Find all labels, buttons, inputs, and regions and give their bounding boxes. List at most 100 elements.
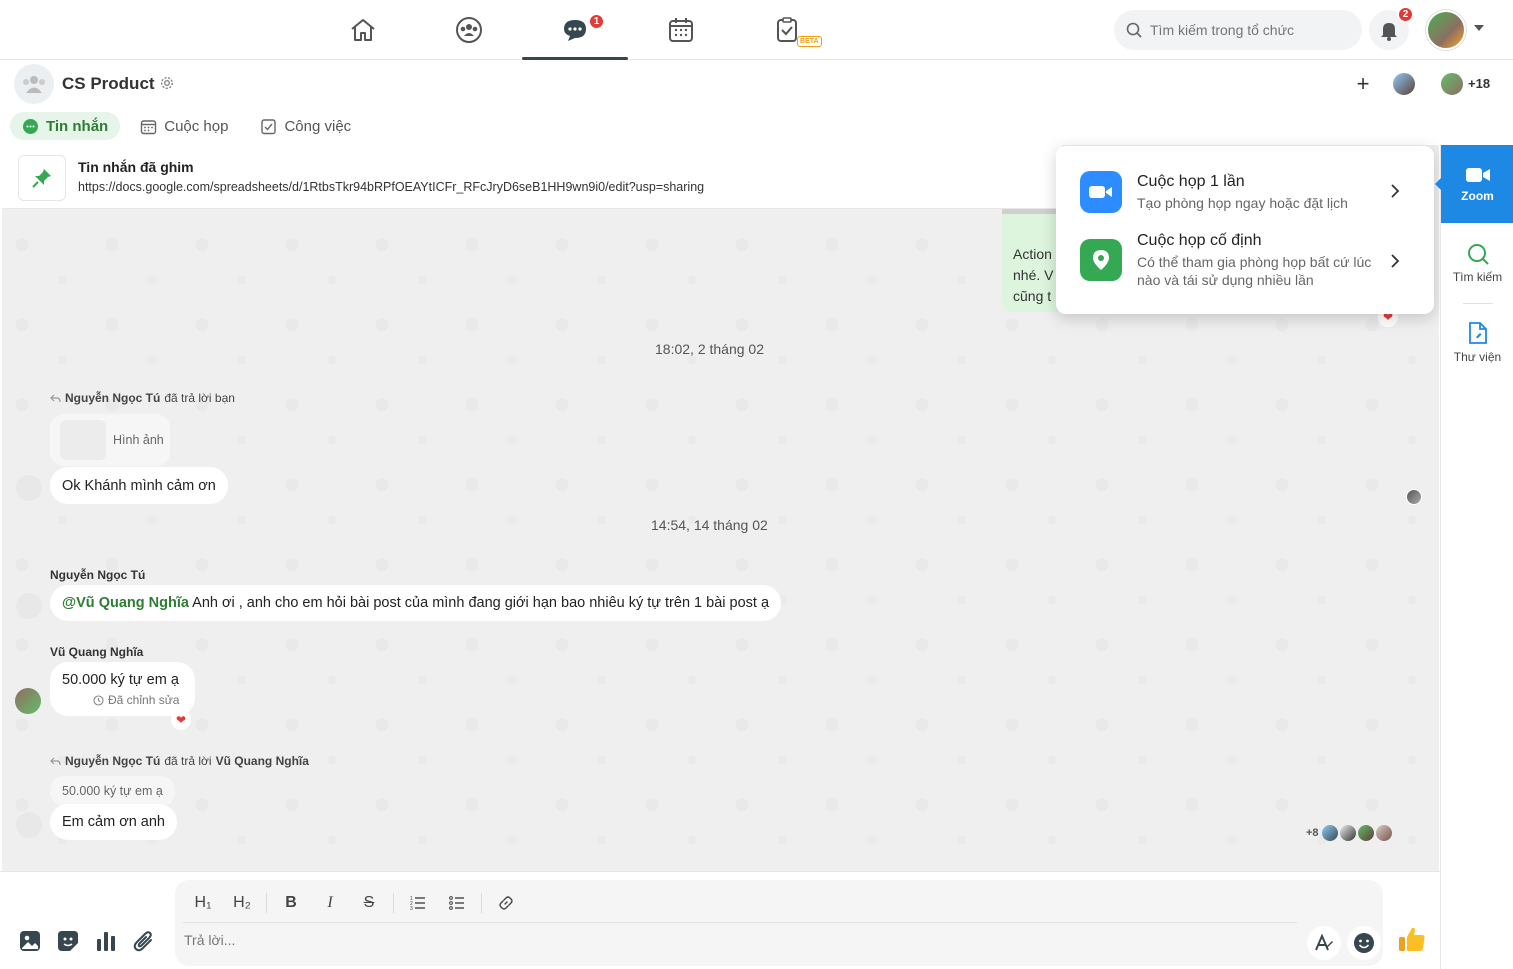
avatar[interactable] <box>16 812 42 838</box>
beta-badge: BETA <box>797 36 822 47</box>
divider <box>393 893 394 913</box>
seen-by-list[interactable]: +8 <box>1306 825 1392 841</box>
tab-meetings[interactable]: Cuộc họp <box>128 112 240 140</box>
bell-icon <box>1381 23 1397 41</box>
zoom-label: Zoom <box>1461 188 1494 203</box>
quoted-message[interactable]: 50.000 ký tự em ạ <box>50 776 175 806</box>
org-search-input[interactable] <box>1150 22 1350 38</box>
nav-chat[interactable]: 1 <box>522 0 628 60</box>
avatar[interactable] <box>15 688 41 714</box>
clock-icon <box>93 694 104 706</box>
conversation-title: CS Product <box>62 74 155 93</box>
gear-icon[interactable] <box>160 76 174 90</box>
chevron-down-icon[interactable] <box>1474 25 1484 31</box>
edited-label: Đã chỉnh sửa <box>93 693 179 707</box>
heading1-button[interactable]: H₁ <box>185 890 221 916</box>
image-upload-icon[interactable] <box>18 929 41 952</box>
search-icon <box>1126 22 1142 38</box>
fixed-meeting-title: Cuộc họp cố định <box>1137 232 1262 249</box>
emoji-button[interactable] <box>1347 926 1381 960</box>
text-format-button[interactable] <box>1307 926 1341 960</box>
pinned-link[interactable]: https://docs.google.com/spreadsheets/d/1… <box>78 180 704 194</box>
zoom-meeting-popup: Cuộc họp 1 lần Tạo phòng họp ngay hoặc đ… <box>1056 146 1434 314</box>
reply-arrow-icon <box>50 394 61 402</box>
chevron-right-icon <box>1391 254 1400 268</box>
reply-sender: Nguyễn Ngọc Tú <box>65 754 161 768</box>
link-button[interactable] <box>488 890 524 916</box>
zoom-button[interactable]: Zoom <box>1435 145 1513 223</box>
divider <box>481 893 482 913</box>
sender-name: Nguyễn Ngọc Tú <box>50 568 146 582</box>
message-composer: H₁ H₂ B I S 123 <box>0 871 1440 969</box>
sidebar-library-label: Thư viện <box>1453 350 1502 364</box>
nav-tasks[interactable]: BETA <box>734 0 840 60</box>
format-toolbar: H₁ H₂ B I S 123 <box>185 890 524 916</box>
message-bubble[interactable]: @Vũ Quang Nghĩa Anh ơi , anh cho em hỏi … <box>50 585 782 621</box>
avatar[interactable] <box>16 475 42 501</box>
ordered-list-icon: 123 <box>410 896 425 911</box>
bold-button[interactable]: B <box>273 890 309 916</box>
chat-bubble-icon <box>564 20 586 41</box>
nav-groups[interactable] <box>416 0 522 60</box>
reply-action: đã trả lời <box>164 754 212 768</box>
sidebar-search-button[interactable]: Tìm kiếm <box>1441 243 1513 284</box>
video-camera-icon <box>1080 171 1122 213</box>
fixed-meeting-option[interactable]: Cuộc họp cố định Có thể tham gia phòng h… <box>1056 224 1434 288</box>
member-avatar[interactable] <box>1440 72 1464 96</box>
seen-avatar <box>1339 825 1356 841</box>
member-avatar[interactable] <box>1392 72 1416 96</box>
message-bubble[interactable]: Em cảm ơn anh <box>50 804 177 840</box>
nav-home[interactable] <box>310 0 416 60</box>
text-format-icon <box>1315 933 1333 951</box>
member-count[interactable]: +18 <box>1468 76 1490 91</box>
home-icon <box>351 19 375 41</box>
quoted-text: Hình ảnh <box>113 433 164 447</box>
poll-icon[interactable] <box>94 929 117 952</box>
conversation-header: CS Product + +18 <box>0 61 1513 107</box>
composer-tools <box>18 929 155 952</box>
pinned-message-bar[interactable]: Tin nhắn đã ghim https://docs.google.com… <box>2 145 1062 209</box>
add-member-button[interactable]: + <box>1350 71 1376 97</box>
bullet-list-button[interactable] <box>439 890 475 916</box>
tab-messages[interactable]: Tin nhắn <box>10 112 121 140</box>
reply-input[interactable] <box>184 932 1284 948</box>
strikethrough-button[interactable]: S <box>351 890 387 916</box>
message-bubble[interactable]: Ok Khánh mình cảm ơn <box>50 467 228 504</box>
one-time-meeting-option[interactable]: Cuộc họp 1 lần Tạo phòng họp ngay hoặc đ… <box>1056 162 1434 224</box>
chat-badge: 1 <box>588 13 605 30</box>
message-text: 50.000 ký tự em ạ <box>62 672 179 688</box>
message-bubble[interactable]: 50.000 ký tự em ạ <box>50 662 195 716</box>
tab-tasks[interactable]: Công việc <box>248 112 363 140</box>
heading2-button[interactable]: H₂ <box>224 890 260 916</box>
date-separator: 14:54, 14 tháng 02 <box>651 517 768 533</box>
emoji-icon <box>1354 933 1374 953</box>
video-camera-icon <box>1465 167 1490 182</box>
group-avatar[interactable] <box>14 64 54 104</box>
main-nav: 1 BETA <box>310 0 840 60</box>
notifications-button[interactable]: 2 <box>1369 6 1414 50</box>
seen-more-count: +8 <box>1306 827 1319 839</box>
avatar[interactable] <box>16 593 42 619</box>
right-sidebar: Zoom Tìm kiếm Thư viện <box>1435 145 1513 969</box>
italic-button[interactable]: I <box>312 890 348 916</box>
reply-editor: H₁ H₂ B I S 123 <box>175 880 1383 966</box>
attachment-icon[interactable] <box>132 929 155 952</box>
org-search[interactable] <box>1114 10 1362 50</box>
user-avatar[interactable] <box>1426 10 1466 50</box>
sticker-icon[interactable] <box>56 929 79 952</box>
calendar-icon <box>141 119 157 134</box>
checklist-icon <box>261 118 277 134</box>
quoted-message[interactable]: Hình ảnh <box>50 414 170 466</box>
image-thumbnail <box>60 420 106 460</box>
sidebar-library-button[interactable]: Thư viện <box>1441 321 1513 364</box>
search-icon <box>1467 244 1489 265</box>
heart-reaction[interactable]: ❤ <box>171 710 191 730</box>
edited-text: Đã chỉnh sửa <box>108 693 180 707</box>
date-separator: 18:02, 2 tháng 02 <box>655 341 764 357</box>
divider <box>1463 303 1493 304</box>
thumbs-up-button[interactable] <box>1395 922 1429 956</box>
ordered-list-button[interactable]: 123 <box>400 890 436 916</box>
nav-calendar[interactable] <box>628 0 734 60</box>
mention[interactable]: @Vũ Quang Nghĩa <box>62 595 189 611</box>
bold-icon: B <box>285 894 297 911</box>
